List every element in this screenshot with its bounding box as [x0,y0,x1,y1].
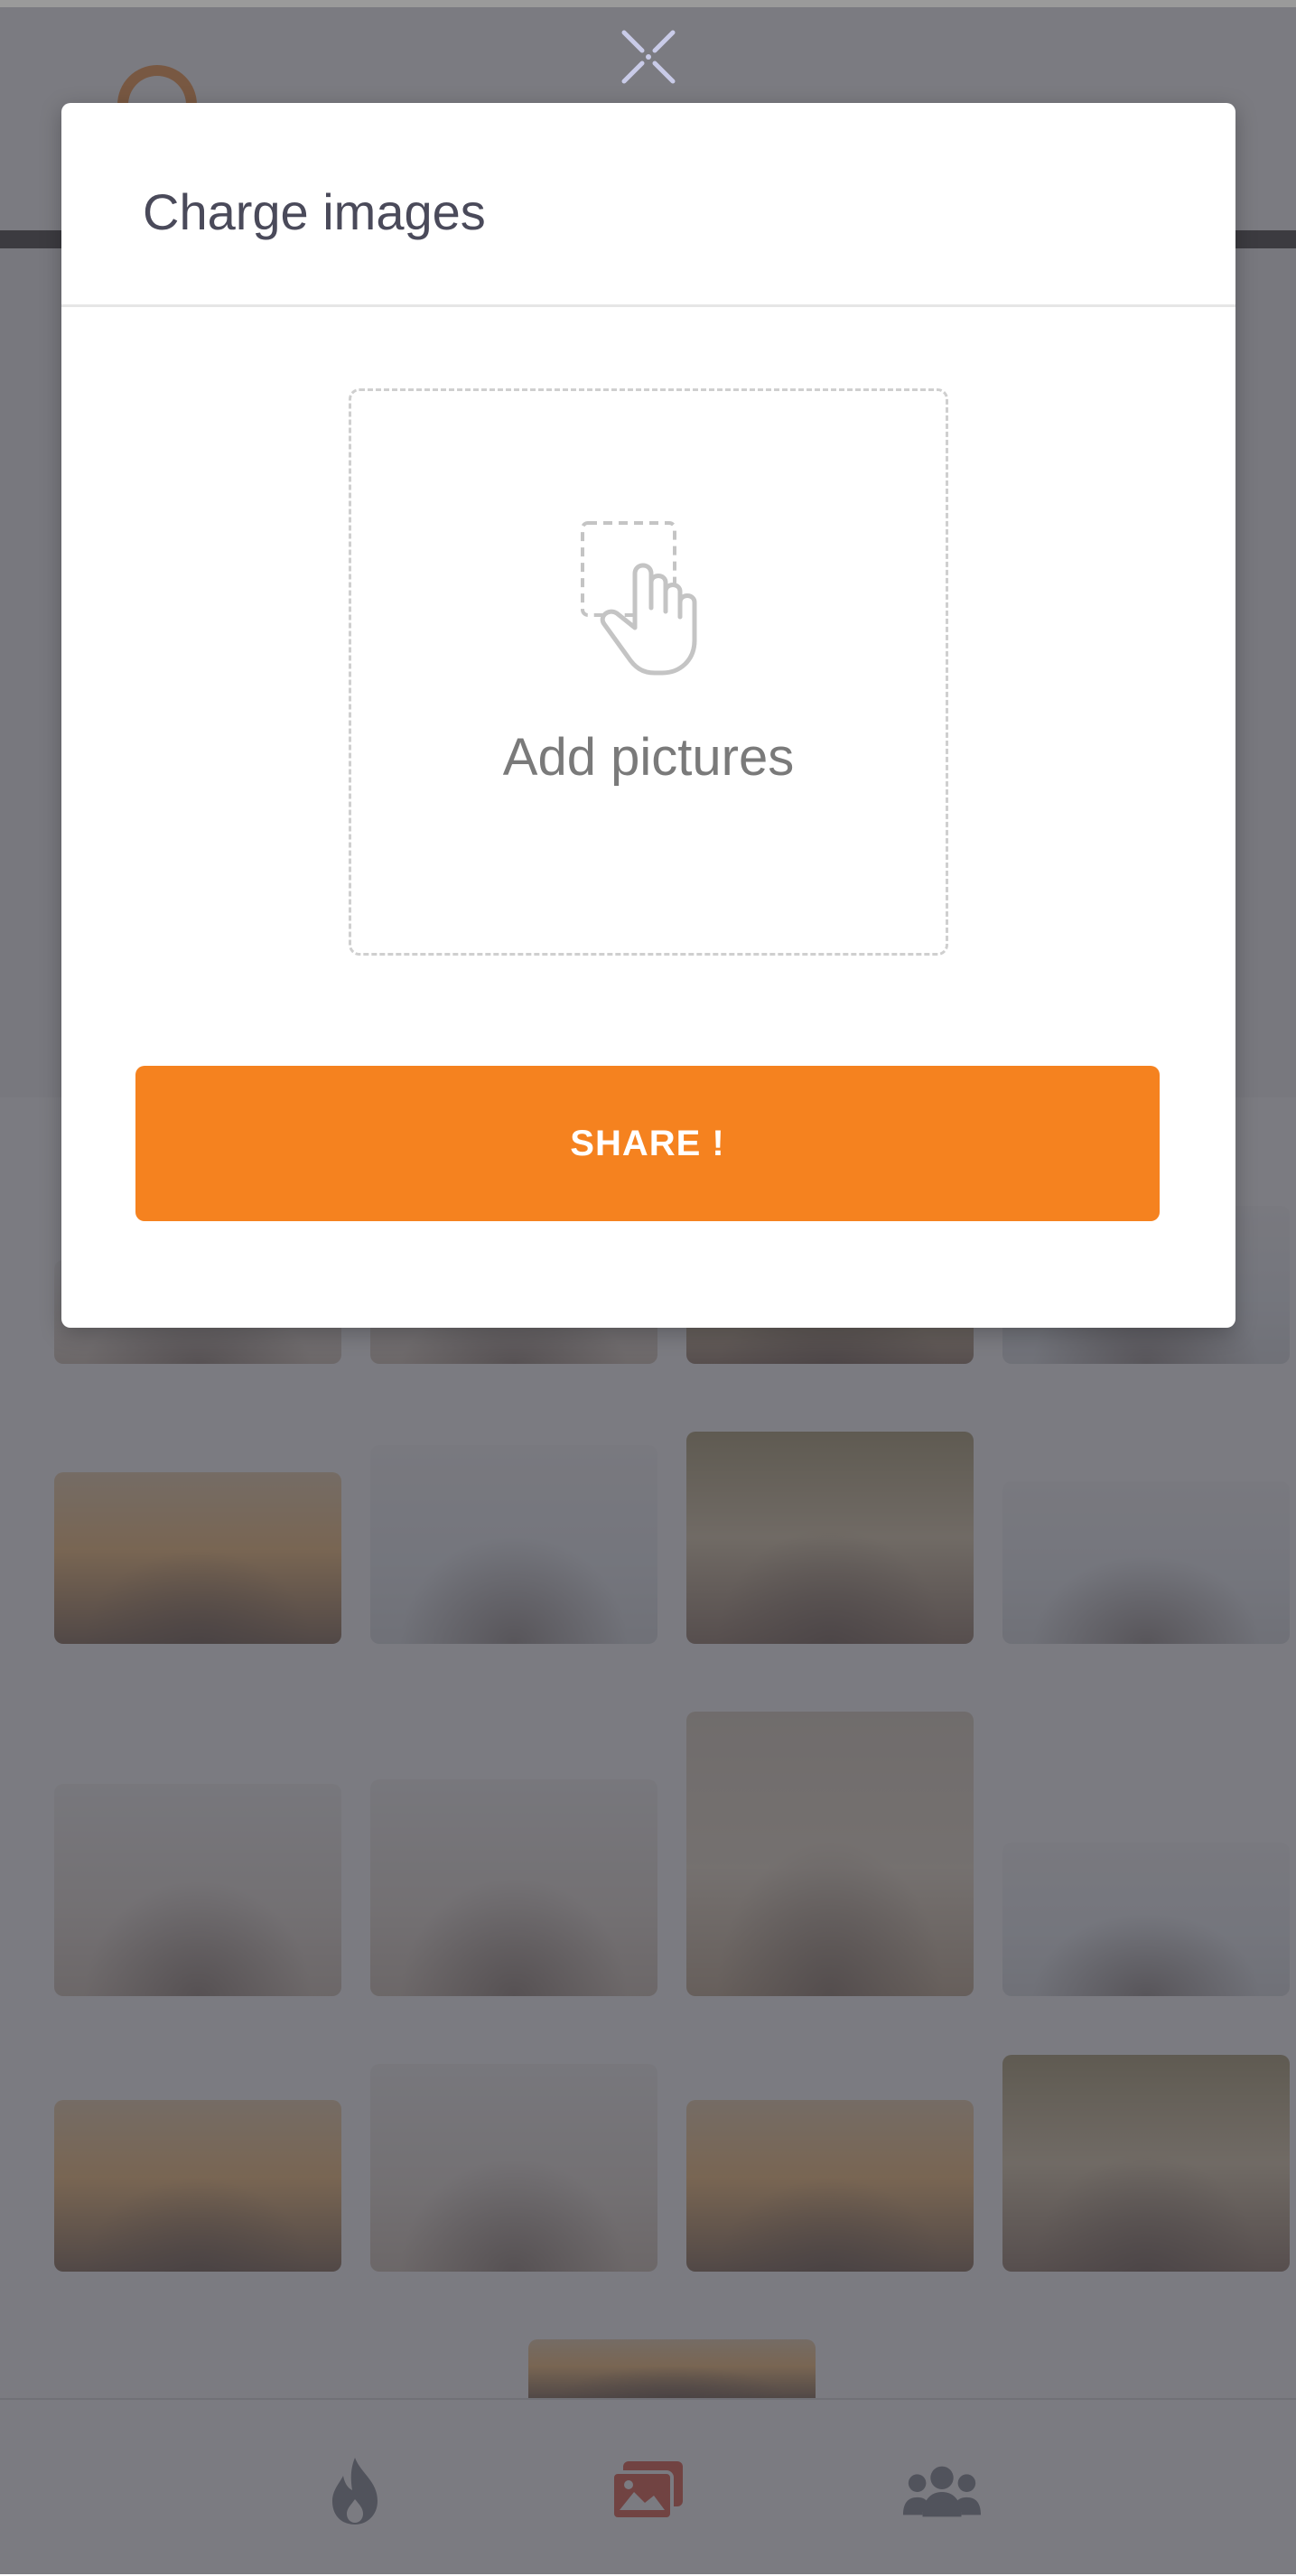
tap-select-icon [581,521,697,676]
dialog-title: Charge images [143,183,486,240]
close-icon [621,30,676,84]
share-button[interactable]: SHARE ! [135,1066,1160,1221]
upload-images-dialog: Charge images Add pictures SHARE ! [61,103,1235,1328]
add-pictures-label: Add pictures [502,728,795,787]
dialog-header: Charge images [61,103,1235,307]
close-button[interactable] [619,27,678,87]
status-bar [0,0,1296,7]
add-pictures-dropzone[interactable]: Add pictures [349,388,948,956]
